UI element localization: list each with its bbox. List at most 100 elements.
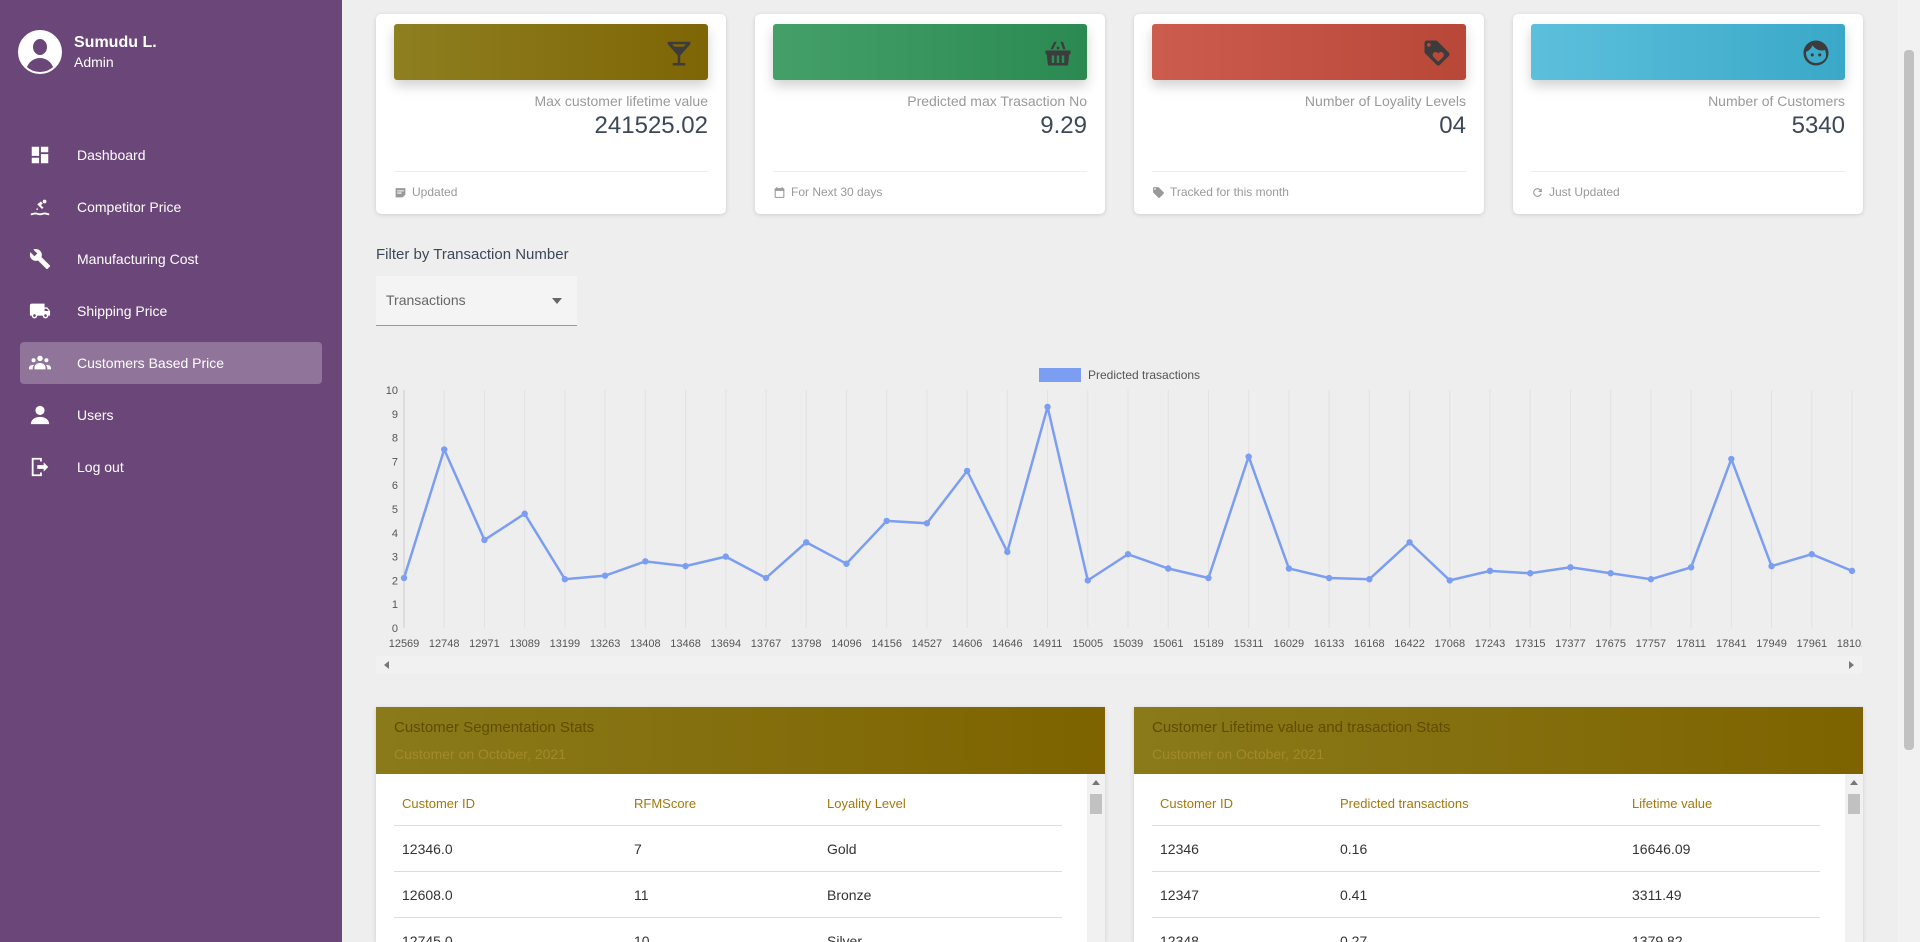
dashboard-icon (28, 143, 52, 167)
stat-card-lifetime-value: Max customer lifetime value 241525.02 Up… (376, 14, 726, 214)
card-footer: Tracked for this month (1152, 171, 1466, 199)
table-cell: 3311.49 (1632, 886, 1682, 903)
cocktail-icon (667, 41, 691, 66)
table-cell: 0.41 (1340, 886, 1368, 903)
panel-scrollbar[interactable] (1845, 774, 1863, 942)
data-point (682, 562, 689, 570)
panel-header: Customer Lifetime value and trasaction S… (1134, 707, 1863, 774)
sidebar-item-competitor-price[interactable]: Competitor Price (20, 186, 322, 228)
y-tick-label: 9 (392, 409, 398, 421)
sidebar-item-dashboard[interactable]: Dashboard (20, 134, 322, 176)
x-tick-label: 15039 (1113, 638, 1144, 650)
lifetime-value-stats-panel: Customer Lifetime value and trasaction S… (1134, 707, 1863, 942)
legend-swatch (1039, 368, 1081, 382)
table-header: Customer ID Predicted transactions Lifet… (1152, 782, 1820, 826)
x-tick-label: 12569 (389, 638, 420, 650)
scroll-right-icon[interactable] (1849, 661, 1854, 669)
card-footer: Just Updated (1531, 171, 1845, 199)
data-point (1486, 567, 1494, 575)
table-cell: 12745.0 (402, 932, 453, 942)
data-point (1607, 570, 1614, 577)
stat-card-predicted-transactions: Predicted max Trasaction No 9.29 For Nex… (755, 14, 1105, 214)
lifetime-value-table: Customer ID Predicted transactions Lifet… (1152, 782, 1820, 942)
x-tick-label: 13798 (791, 638, 822, 650)
legend-label: Predicted trasactions (1088, 368, 1200, 382)
sidebar-item-users[interactable]: Users (20, 394, 322, 436)
column-header: Customer ID (402, 796, 475, 811)
table-cell: 0.27 (1340, 932, 1368, 942)
sidebar-item-manufacturing-cost[interactable]: Manufacturing Cost (20, 238, 322, 280)
x-tick-label: 14911 (1033, 638, 1063, 650)
x-tick-label: 13408 (630, 638, 661, 650)
table-header: Customer ID RFMScore Loyality Level (394, 782, 1062, 826)
basket-icon (1045, 41, 1071, 66)
x-tick-label: 13199 (550, 638, 581, 650)
page-scroll-thumb[interactable] (1904, 50, 1914, 750)
x-tick-label: 16168 (1354, 638, 1385, 650)
x-tick-label: 14606 (952, 638, 983, 650)
column-header: Loyality Level (827, 796, 906, 811)
sidebar: Sumudu L. Admin Dashboard Competitor Pri… (0, 0, 342, 942)
x-tick-label: 17315 (1515, 638, 1546, 650)
sidebar-item-customers-based-price[interactable]: Customers Based Price (20, 342, 322, 384)
x-tick-label: 12971 (469, 638, 500, 650)
data-point (1205, 574, 1212, 582)
data-point (1728, 455, 1735, 463)
scroll-thumb[interactable] (1090, 794, 1102, 814)
panel-title: Customer Lifetime value and trasaction S… (1152, 719, 1451, 736)
table-cell: 12347 (1160, 886, 1199, 903)
segmentation-stats-panel: Customer Segmentation Stats Customer on … (376, 707, 1105, 942)
refresh-icon (1533, 187, 1542, 197)
data-point (1808, 551, 1815, 558)
x-tick-label: 14156 (871, 638, 902, 650)
x-tick-label: 13089 (509, 638, 540, 650)
sidebar-item-label: Log out (77, 459, 124, 475)
data-point (1165, 565, 1172, 572)
x-tick-label: 14096 (831, 638, 862, 650)
logout-icon (28, 455, 52, 479)
sidebar-item-label: Users (77, 407, 114, 423)
y-tick-label: 4 (392, 528, 398, 540)
scroll-up-icon[interactable] (1092, 780, 1100, 785)
card-footer-text: For Next 30 days (791, 185, 883, 199)
table-row: 12347 0.41 3311.49 (1152, 872, 1820, 918)
competitor-icon (28, 195, 52, 219)
table-row: 12608.0 11 Bronze (394, 872, 1062, 918)
data-point (923, 520, 931, 527)
page-scrollbar[interactable] (1898, 0, 1920, 942)
data-point (1044, 403, 1051, 411)
data-point (1004, 548, 1011, 556)
scroll-up-icon[interactable] (1850, 780, 1858, 785)
data-point (1446, 577, 1453, 584)
x-tick-label: 16133 (1314, 638, 1345, 650)
data-point (561, 576, 569, 583)
scroll-thumb[interactable] (1848, 794, 1860, 814)
sidebar-item-label: Shipping Price (77, 303, 168, 319)
card-header (1531, 24, 1845, 80)
chart-horizontal-scrollbar[interactable] (376, 656, 1862, 674)
card-value: 241525.02 (594, 112, 708, 139)
table-cell: 7 (634, 840, 642, 857)
data-point (843, 560, 850, 567)
table-cell: 12608.0 (402, 886, 453, 903)
card-header (1152, 24, 1466, 80)
panel-header: Customer Segmentation Stats Customer on … (376, 707, 1105, 774)
data-point (1687, 564, 1695, 571)
x-tick-label: 17377 (1555, 638, 1586, 650)
data-point (803, 539, 810, 546)
panel-title: Customer Segmentation Stats (394, 719, 595, 736)
data-point (762, 574, 770, 582)
table-cell: 12346 (1160, 840, 1199, 857)
panel-scrollbar[interactable] (1087, 774, 1105, 942)
sidebar-item-shipping-price[interactable]: Shipping Price (20, 290, 322, 332)
scroll-left-icon[interactable] (384, 661, 389, 669)
card-footer-text: Updated (412, 185, 458, 199)
user-role: Admin (74, 54, 114, 70)
truck-icon (28, 299, 52, 323)
sidebar-item-log-out[interactable]: Log out (20, 446, 322, 488)
sidebar-item-label: Dashboard (77, 147, 146, 163)
table-row: 12348 0.27 1379.82 (1152, 918, 1820, 942)
transactions-select[interactable]: Transactions (376, 276, 577, 326)
y-tick-label: 0 (392, 623, 398, 635)
panel-subtitle: Customer on October, 2021 (1152, 746, 1324, 762)
